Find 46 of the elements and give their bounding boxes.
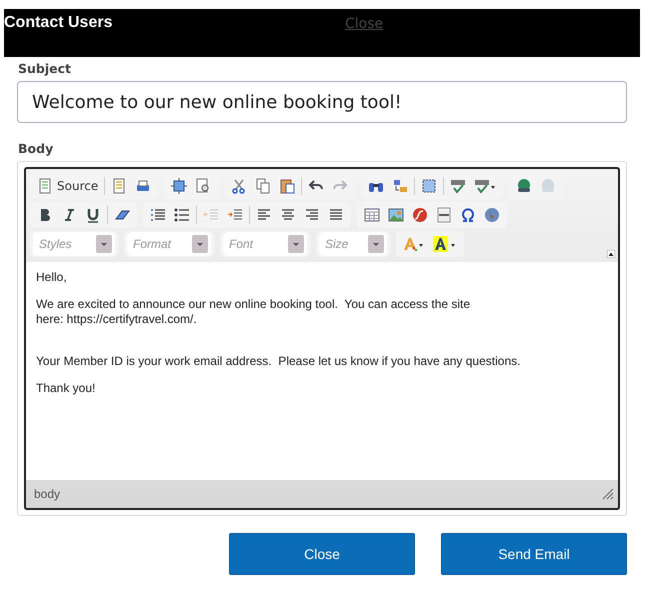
background-color-icon — [433, 236, 457, 252]
preview-icon — [195, 178, 212, 194]
source-button[interactable]: Source — [33, 175, 102, 197]
select-all-icon — [421, 178, 438, 194]
copy-icon — [255, 178, 272, 194]
paragraph: Thank you! — [36, 381, 96, 396]
style-dropdown[interactable]: Size — [319, 232, 387, 256]
text-color-icon — [403, 236, 425, 252]
spellcheck-menu-icon — [474, 178, 496, 194]
collapse-toolbar-icon[interactable] — [607, 250, 615, 258]
bullet-list-icon — [174, 207, 190, 223]
image-icon — [388, 207, 404, 223]
maximize-icon — [171, 178, 188, 194]
spellcheck-icon — [450, 178, 466, 194]
close-button[interactable]: Close — [229, 533, 415, 575]
source-icon — [37, 178, 53, 194]
globe-link-icon — [516, 178, 532, 194]
justify-icon — [328, 207, 344, 223]
field-label: Body — [18, 141, 54, 156]
resize-handle-icon[interactable] — [602, 488, 614, 500]
field-label: Subject — [18, 61, 72, 76]
omega-icon — [460, 207, 476, 223]
align-left-icon — [256, 207, 272, 223]
replace-icon — [392, 178, 408, 194]
table-icon — [364, 207, 380, 223]
flash-icon — [412, 207, 428, 223]
numbered-list-icon — [150, 207, 166, 223]
globe-icon — [484, 207, 500, 223]
paragraph: We are excited to announce our new online booking tool. You can access the site here: https://certifytravel.com/. — [36, 297, 472, 327]
underline-icon — [85, 207, 101, 223]
subject-field[interactable]: Welcome to our new online booking tool! — [17, 81, 627, 123]
paragraph: Your Member ID is your work email address. Please let us know if you have any questions. — [36, 354, 522, 369]
style-dropdown[interactable]: Format — [127, 232, 211, 256]
element-path[interactable]: body — [34, 487, 60, 501]
style-dropdown[interactable]: Styles — [33, 232, 115, 256]
align-right-icon — [304, 207, 320, 223]
document-icon — [111, 178, 128, 194]
clipboard-icon — [279, 178, 296, 194]
paragraph: Hello, — [36, 270, 68, 285]
style-dropdown[interactable]: Font — [223, 232, 307, 256]
send-button[interactable]: Send Email — [441, 533, 627, 575]
align-center-icon — [280, 207, 296, 223]
globe-unlink-icon — [540, 178, 556, 194]
printer-icon — [135, 178, 152, 194]
scissors-icon — [231, 178, 248, 194]
dialog-title: Contact Users — [4, 13, 112, 32]
